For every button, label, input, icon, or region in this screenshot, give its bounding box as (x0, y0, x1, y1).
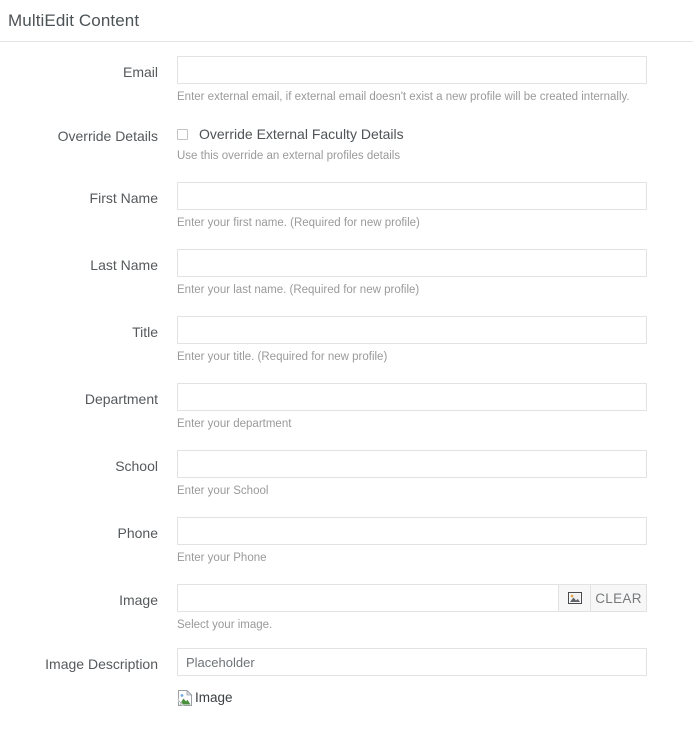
image-path-input[interactable] (177, 584, 559, 612)
field-department: Enter your department (177, 383, 647, 431)
help-department: Enter your department (177, 418, 292, 430)
label-last-name: Last Name (90, 257, 158, 273)
label-image-description: Image Description (45, 656, 158, 672)
multiedit-content-page: MultiEdit Content Email Enter external e… (0, 0, 693, 745)
title-input[interactable] (177, 316, 647, 344)
field-image: CLEAR Select your image. (177, 584, 647, 632)
image-preview: Image (177, 690, 647, 706)
form-row-first-name: First Name Enter your first name. (Requi… (0, 182, 693, 230)
form-row-school: School Enter your School (0, 450, 693, 498)
form-row-image: Image CLEAR Select your image. (0, 584, 693, 632)
label-email: Email (122, 64, 158, 80)
form-row-phone: Phone Enter your Phone (0, 517, 693, 565)
image-preview-alt-text: Image (195, 690, 233, 705)
override-details-checkbox-label: Override External Faculty Details (199, 126, 404, 142)
phone-input[interactable] (177, 517, 647, 545)
help-first-name: Enter your first name. (Required for new… (177, 217, 420, 229)
image-browse-button[interactable] (559, 584, 591, 612)
field-email: Enter external email, if external email … (177, 56, 647, 104)
broken-image-icon (177, 690, 193, 706)
help-override-details: Use this override an external profiles d… (177, 150, 401, 162)
page-header: MultiEdit Content (0, 0, 693, 42)
label-department: Department (84, 391, 158, 407)
help-phone: Enter your Phone (177, 552, 267, 564)
field-first-name: Enter your first name. (Required for new… (177, 182, 647, 230)
image-description-input[interactable] (177, 648, 647, 676)
form-row-department: Department Enter your department (0, 383, 693, 431)
help-email: Enter external email, if external email … (177, 91, 630, 103)
form-row-email: Email Enter external email, if external … (0, 56, 693, 104)
label-phone: Phone (117, 525, 158, 541)
first-name-input[interactable] (177, 182, 647, 210)
override-details-checkbox[interactable] (177, 128, 188, 140)
form-row-override-details: Override Details Override External Facul… (0, 123, 693, 163)
field-override-details: Override External Faculty Details Use th… (177, 123, 647, 163)
override-details-checkbox-row[interactable]: Override External Faculty Details (177, 123, 647, 143)
image-clear-button[interactable]: CLEAR (591, 584, 647, 612)
label-school: School (115, 458, 158, 474)
field-school: Enter your School (177, 450, 647, 498)
label-title: Title (132, 324, 158, 340)
help-school: Enter your School (177, 485, 269, 497)
field-last-name: Enter your last name. (Required for new … (177, 249, 647, 297)
field-title: Enter your title. (Required for new prof… (177, 316, 647, 364)
picture-icon (567, 592, 582, 604)
form-row-title: Title Enter your title. (Required for ne… (0, 316, 693, 364)
help-last-name: Enter your last name. (Required for new … (177, 284, 420, 296)
last-name-input[interactable] (177, 249, 647, 277)
label-override-details: Override Details (57, 128, 158, 144)
school-input[interactable] (177, 450, 647, 478)
page-title: MultiEdit Content (8, 11, 140, 30)
image-input-group: CLEAR (177, 584, 647, 612)
multiedit-form: Email Enter external email, if external … (0, 42, 693, 706)
field-phone: Enter your Phone (177, 517, 647, 565)
email-input[interactable] (177, 56, 647, 84)
label-first-name: First Name (89, 190, 158, 206)
field-image-description: Image (177, 648, 647, 706)
form-row-last-name: Last Name Enter your last name. (Require… (0, 249, 693, 297)
label-image: Image (119, 592, 158, 608)
form-row-image-description: Image Description Image (0, 648, 693, 706)
department-input[interactable] (177, 383, 647, 411)
help-image: Select your image. (177, 619, 273, 631)
help-title: Enter your title. (Required for new prof… (177, 351, 388, 363)
